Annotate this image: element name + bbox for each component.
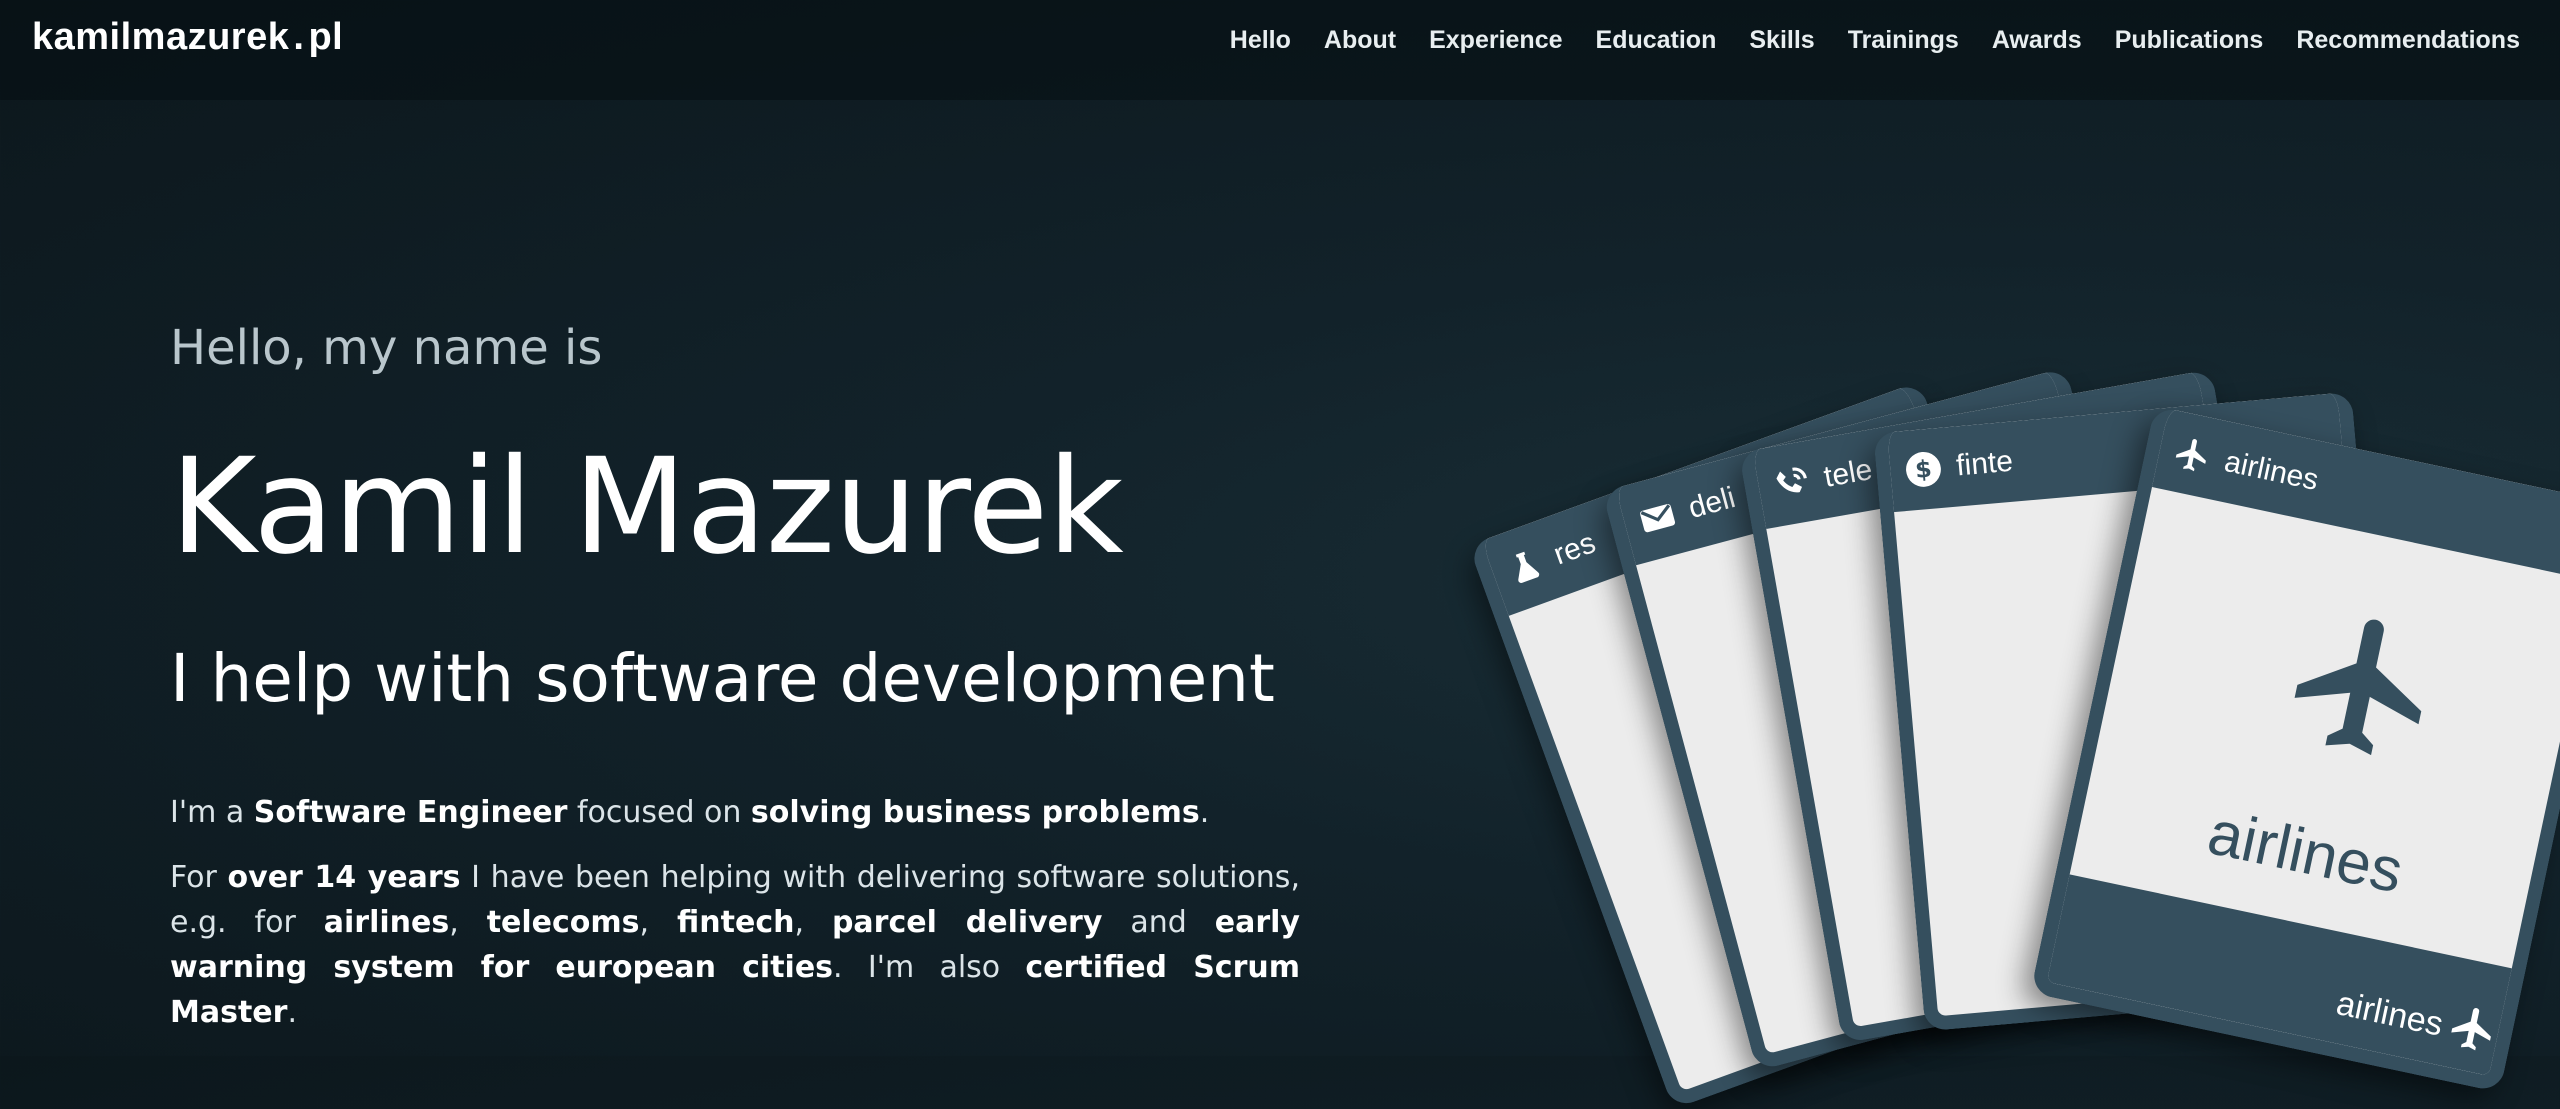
- intro-highlight: fintech: [677, 905, 795, 940]
- intro-text: .: [287, 995, 297, 1030]
- intro-text: focused on: [567, 795, 751, 830]
- nav-link-recommendations[interactable]: Recommendations: [2296, 26, 2520, 55]
- card-header: $ finte: [1873, 391, 2359, 514]
- card-fintech[interactable]: $ finte: [1873, 391, 2404, 1032]
- intro-text: .: [1199, 795, 1210, 830]
- card-header: deli: [1601, 367, 2087, 569]
- nav-link-about[interactable]: About: [1324, 26, 1396, 55]
- nav-link-awards[interactable]: Awards: [1992, 26, 2082, 55]
- brand-name-right: pl: [308, 16, 344, 58]
- intro-highlight: parcel delivery: [831, 905, 1103, 940]
- card-research[interactable]: res: [1468, 381, 2125, 1109]
- card-header: res: [1468, 381, 1947, 621]
- card-label: finte: [1954, 444, 2015, 483]
- card-header: tele: [1738, 369, 2226, 532]
- intro-paragraph-2: For over 14 years I have been helping wi…: [170, 855, 1300, 1035]
- card-telecoms[interactable]: tele: [1738, 369, 2316, 1044]
- nav-link-trainings[interactable]: Trainings: [1848, 26, 1959, 55]
- intro-highlight: airlines: [323, 905, 450, 940]
- intro-highlight: solving business problems: [750, 795, 1200, 830]
- main-nav: Hello About Experience Education Skills …: [1230, 26, 2520, 55]
- intro-highlight: over 14 years: [227, 860, 461, 895]
- svg-text:$: $: [1914, 455, 1933, 484]
- card-label: res: [1549, 526, 1600, 572]
- airplane-icon: [2170, 432, 2215, 477]
- nav-link-hello[interactable]: Hello: [1230, 26, 1291, 55]
- hero-tagline: I help with software development: [170, 640, 1275, 717]
- card-airlines[interactable]: airlines airlines airlines: [2030, 405, 2560, 1093]
- dollar-icon: $: [1903, 449, 1944, 490]
- hero-greeting: Hello, my name is: [170, 320, 603, 376]
- intro-text: . I'm also: [833, 950, 1026, 985]
- nav-link-education[interactable]: Education: [1596, 26, 1717, 55]
- card-label: tele: [1821, 452, 1875, 494]
- nav-link-publications[interactable]: Publications: [2115, 26, 2264, 55]
- intro-text: and: [1102, 905, 1215, 940]
- card-big-label: airlines: [2202, 798, 2409, 907]
- hero-name: Kamil Mazurek: [170, 430, 1124, 584]
- intro-text: I'm a: [170, 795, 254, 830]
- intro-text: ,: [794, 905, 832, 940]
- intro-highlight: Software Engineer: [253, 795, 568, 830]
- card-footer: airlines: [2033, 871, 2526, 1079]
- card-label: airlines: [2221, 444, 2322, 498]
- site-brand-logo[interactable]: kamilmazurek. pl: [32, 16, 343, 59]
- intro-highlight: telecoms: [486, 905, 640, 940]
- nav-link-experience[interactable]: Experience: [1429, 26, 1562, 55]
- card-footer-label: airlines: [2333, 984, 2447, 1044]
- brand-dot: .: [293, 16, 305, 58]
- brand-name-left: kamilmazurek: [32, 16, 290, 58]
- envelope-icon: [1634, 495, 1681, 542]
- intro-text: For: [170, 860, 228, 895]
- card-header: airlines: [2138, 405, 2560, 584]
- card-label: deli: [1685, 481, 1739, 526]
- flask-icon: [1502, 544, 1548, 590]
- intro-paragraph-1: I'm a Software Engineer focused on solvi…: [170, 790, 1300, 835]
- airplane-icon: [2443, 999, 2503, 1062]
- top-navbar: kamilmazurek. pl Hello About Experience E…: [0, 0, 2560, 100]
- intro-text: ,: [639, 905, 678, 940]
- nav-link-skills[interactable]: Skills: [1749, 26, 1814, 55]
- phone-wifi-icon: [1770, 462, 1814, 506]
- airplane-icon: [2270, 591, 2461, 785]
- hero-intro: I'm a Software Engineer focused on solvi…: [170, 790, 1300, 1055]
- intro-text: ,: [449, 905, 487, 940]
- card-delivery[interactable]: deli: [1601, 367, 2221, 1072]
